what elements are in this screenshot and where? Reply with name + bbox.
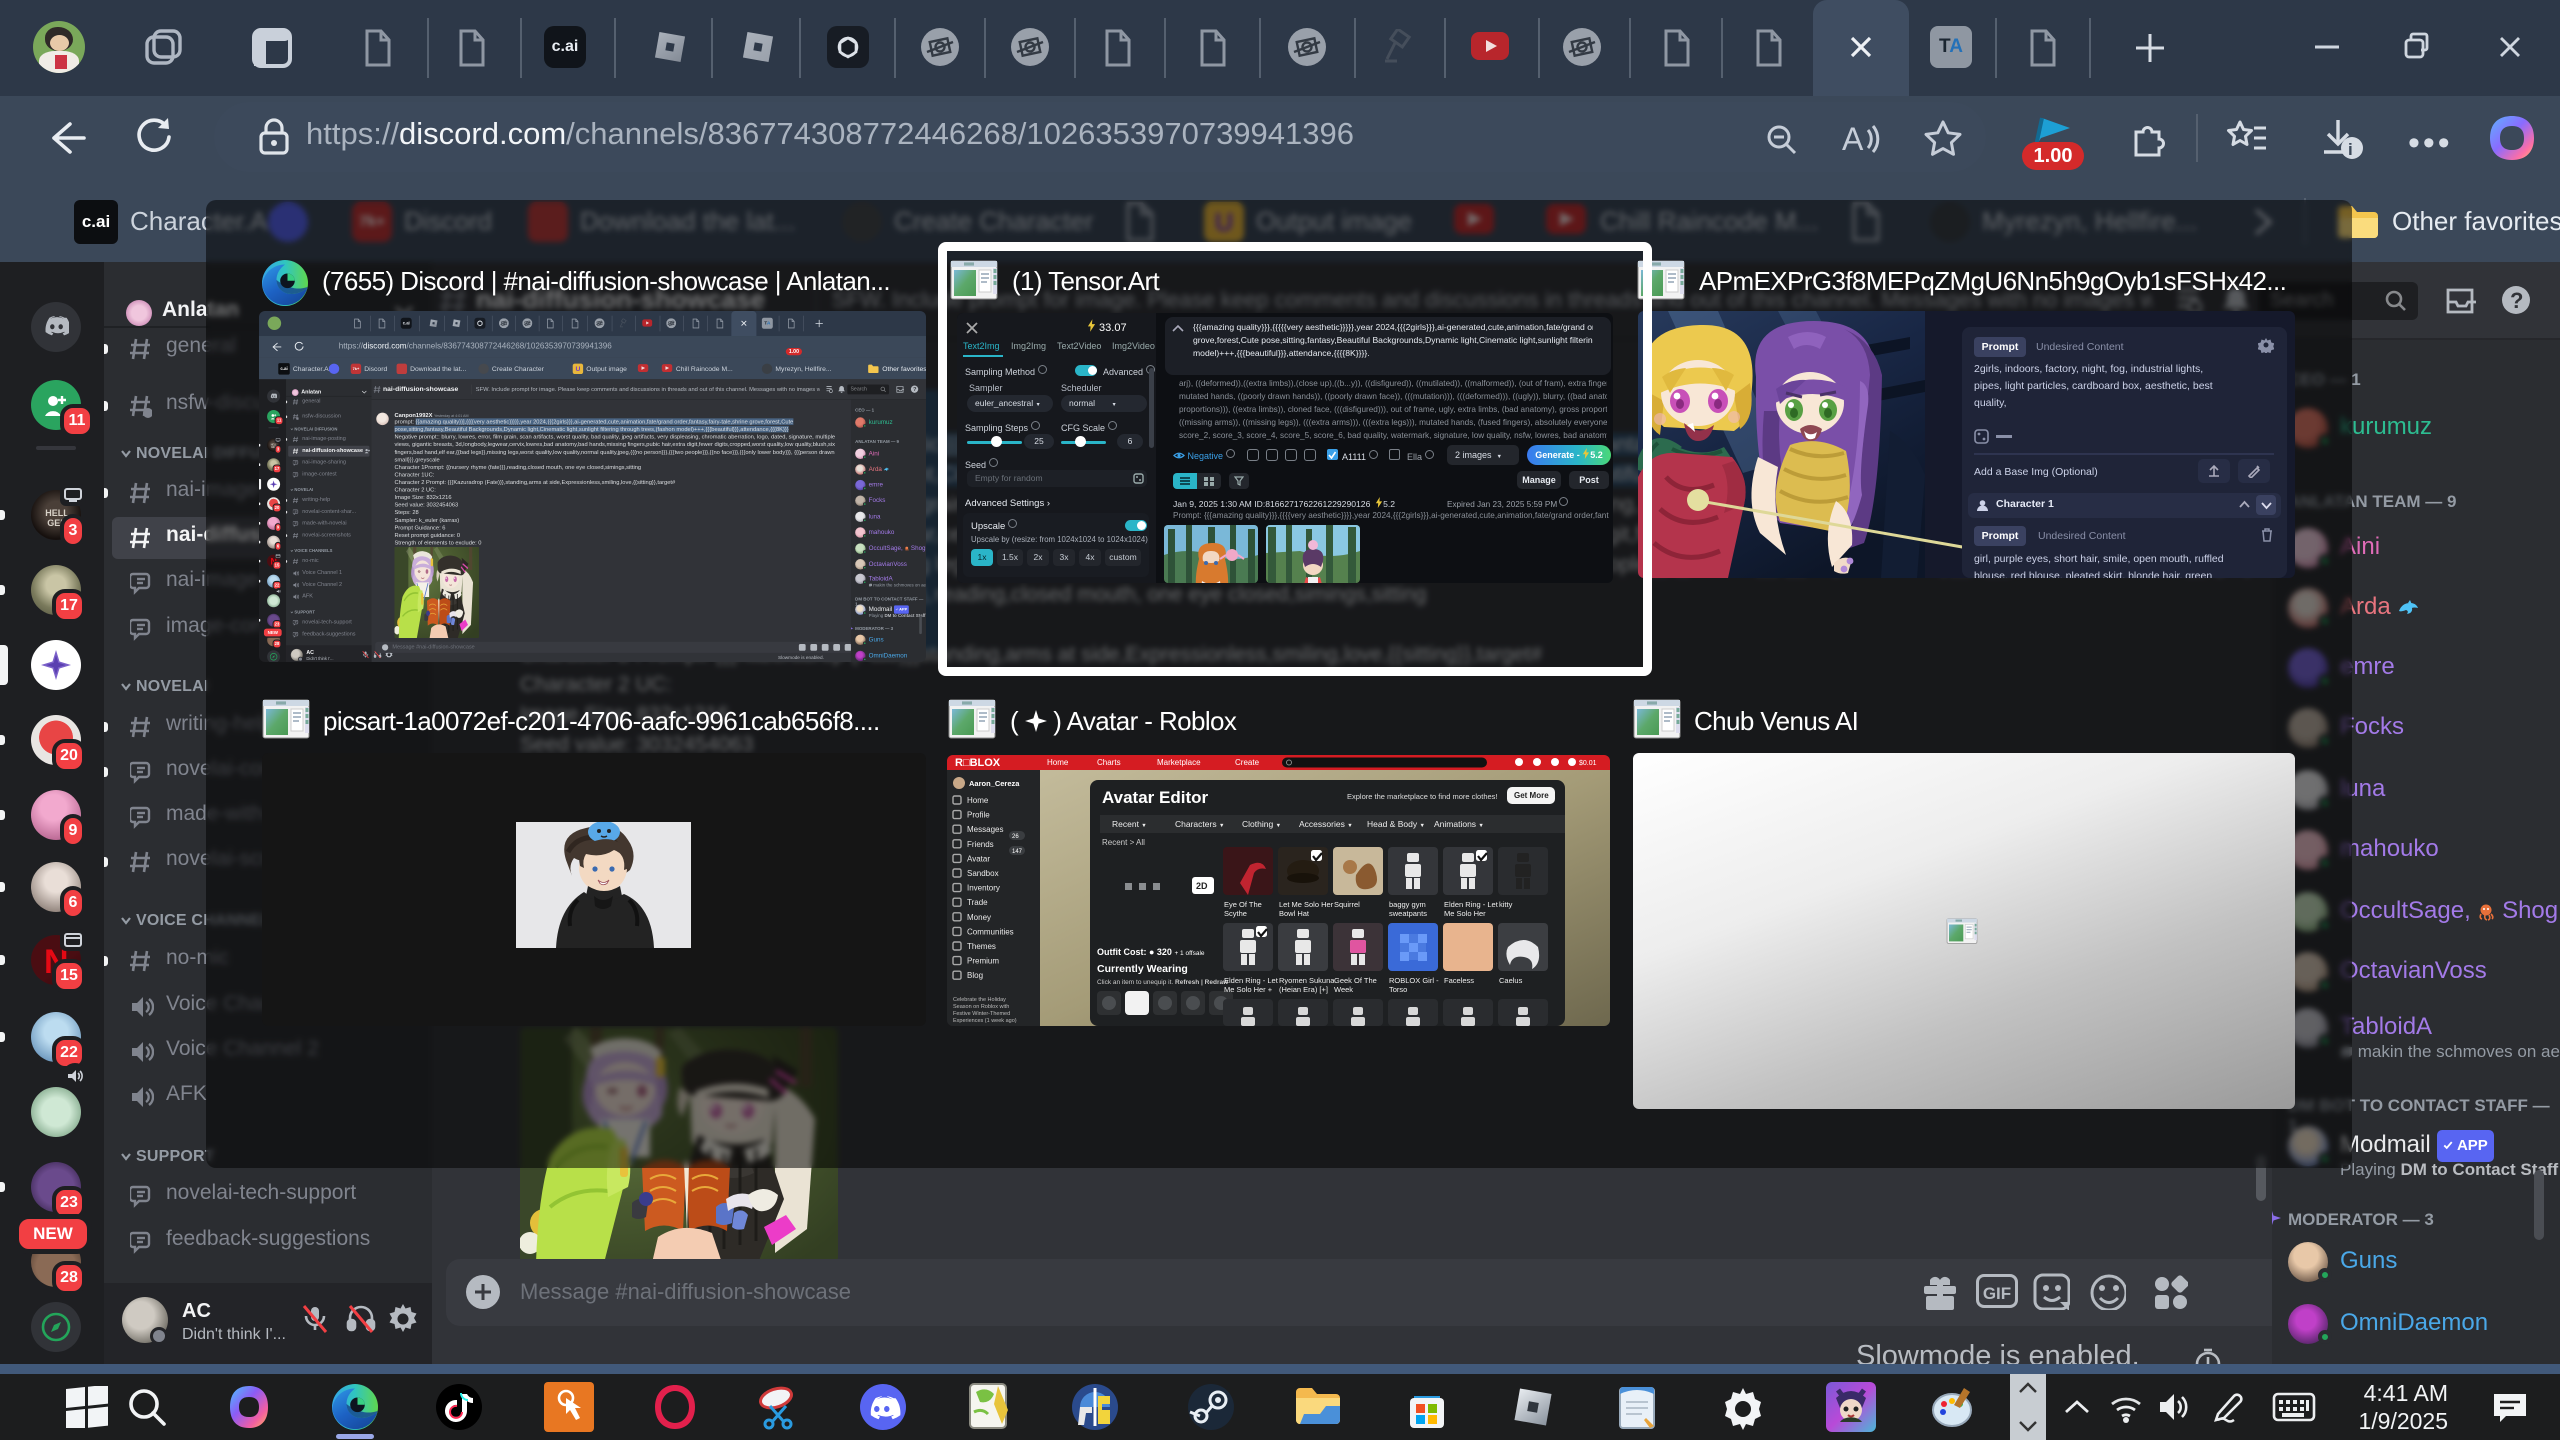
svg-text:Animations ▼: Animations ▼ bbox=[1434, 819, 1484, 829]
svg-text:Geek Of The: Geek Of The bbox=[1334, 976, 1377, 985]
svg-text:Squirrel: Squirrel bbox=[1334, 900, 1360, 909]
svg-text:Messages: Messages bbox=[967, 825, 1003, 834]
svg-text:Profile: Profile bbox=[967, 811, 990, 820]
svg-text:Blog: Blog bbox=[967, 971, 983, 980]
svg-text:ROBLOX Girl -: ROBLOX Girl - bbox=[1389, 976, 1439, 985]
svg-text:Communities: Communities bbox=[967, 927, 1014, 936]
svg-text:Explore the marketplace to fin: Explore the marketplace to find more clo… bbox=[1347, 792, 1498, 801]
svg-text:Experiences (1 week ago): Experiences (1 week ago) bbox=[953, 1018, 1017, 1024]
svg-text:Money: Money bbox=[967, 913, 991, 922]
svg-text:A: A bbox=[1842, 121, 1864, 157]
svg-text:Home: Home bbox=[1047, 758, 1069, 767]
svg-text:Trade: Trade bbox=[967, 898, 988, 907]
svg-text:i: i bbox=[2348, 140, 2353, 159]
svg-text:Let Me Solo Her: Let Me Solo Her bbox=[1279, 900, 1334, 909]
svg-text:Charts: Charts bbox=[1097, 758, 1121, 767]
svg-text:Eye Of The: Eye Of The bbox=[1224, 900, 1262, 909]
svg-text:Elden Ring - Let: Elden Ring - Let bbox=[1224, 976, 1279, 985]
svg-text:Torso: Torso bbox=[1389, 985, 1407, 994]
svg-text:Me Solo Her: Me Solo Her bbox=[1444, 909, 1486, 918]
svg-text:kitty: kitty bbox=[1499, 900, 1513, 909]
svg-text:Inventory: Inventory bbox=[967, 884, 1000, 893]
svg-text:Me Solo Her +: Me Solo Her + bbox=[1224, 985, 1273, 994]
svg-text:sweatpants: sweatpants bbox=[1389, 909, 1427, 918]
svg-text:26: 26 bbox=[1012, 834, 1019, 840]
svg-text:Faceless: Faceless bbox=[1444, 976, 1474, 985]
svg-text:?: ? bbox=[913, 387, 917, 393]
svg-text:R□BLOX: R□BLOX bbox=[955, 757, 1001, 769]
svg-text:Recent > All: Recent > All bbox=[1102, 838, 1145, 847]
svg-text:Create: Create bbox=[1235, 758, 1260, 767]
svg-text:Clothing ▼: Clothing ▼ bbox=[1242, 819, 1281, 829]
svg-text:(Heian Era) [+]: (Heian Era) [+] bbox=[1279, 985, 1328, 994]
svg-text:Friends: Friends bbox=[967, 840, 994, 849]
svg-text:Themes: Themes bbox=[967, 942, 996, 951]
svg-text:2D: 2D bbox=[1196, 881, 1208, 891]
svg-text:Sandbox: Sandbox bbox=[967, 869, 999, 878]
svg-text:Avatar: Avatar bbox=[967, 854, 990, 863]
svg-text:Premium: Premium bbox=[967, 957, 999, 966]
svg-text:Accessories ▼: Accessories ▼ bbox=[1299, 819, 1353, 829]
svg-text:Get More: Get More bbox=[1514, 791, 1549, 800]
svg-text:Click an item to unequip it. R: Click an item to unequip it. Refresh | R… bbox=[1097, 979, 1229, 986]
svg-text:Aaron_Cereza: Aaron_Cereza bbox=[969, 779, 1020, 788]
svg-text:Characters ▼: Characters ▼ bbox=[1175, 819, 1224, 829]
svg-text:?: ? bbox=[2510, 288, 2523, 313]
svg-text:Festive Winter-Themed: Festive Winter-Themed bbox=[953, 1011, 1010, 1017]
svg-text:Scythe: Scythe bbox=[1224, 909, 1247, 918]
svg-text:Head & Body ▼: Head & Body ▼ bbox=[1367, 819, 1425, 829]
svg-text:Ryomen Sukuna: Ryomen Sukuna bbox=[1279, 976, 1335, 985]
svg-text:baggy gym: baggy gym bbox=[1389, 900, 1426, 909]
svg-text:Home: Home bbox=[967, 796, 989, 805]
svg-text:$0.01: $0.01 bbox=[1579, 760, 1597, 767]
svg-text:Celebrate the Holiday: Celebrate the Holiday bbox=[953, 997, 1006, 1003]
svg-text:Avatar Editor: Avatar Editor bbox=[1102, 788, 1209, 807]
svg-text:Week: Week bbox=[1334, 985, 1353, 994]
svg-text:147: 147 bbox=[1012, 849, 1023, 855]
svg-text:Bowl Hat: Bowl Hat bbox=[1279, 909, 1310, 918]
svg-text:Season on Roblox with: Season on Roblox with bbox=[953, 1004, 1009, 1010]
svg-text:Elden Ring - Let: Elden Ring - Let bbox=[1444, 900, 1499, 909]
svg-text:Currently Wearing: Currently Wearing bbox=[1097, 963, 1188, 975]
svg-text:Marketplace: Marketplace bbox=[1157, 758, 1201, 767]
svg-text:Caelus: Caelus bbox=[1499, 976, 1523, 985]
